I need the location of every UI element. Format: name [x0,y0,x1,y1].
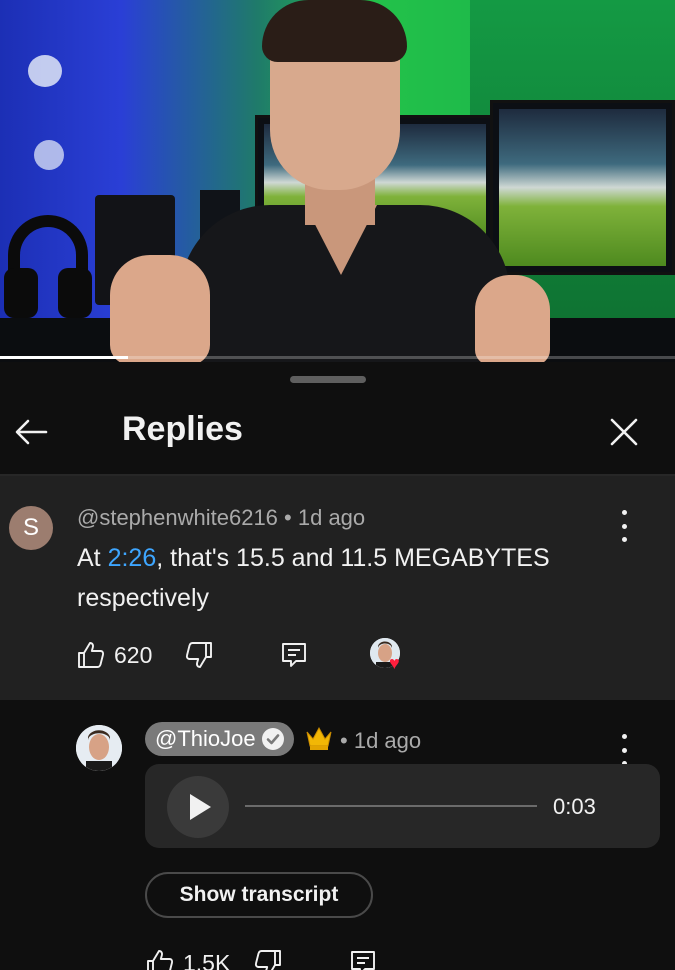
meta-separator: • [340,728,354,753]
play-icon[interactable] [167,776,229,838]
sheet-title: Replies [122,410,243,448]
presenter-collar [305,205,377,275]
reply-meta: • 1d ago [340,728,421,754]
close-icon[interactable] [604,412,644,452]
video-progress-bar[interactable] [0,356,675,359]
comment-text: At 2:26, that's 15.5 and 11.5 MEGABYTES … [77,538,637,618]
audio-duration: 0:03 [553,794,596,819]
reply-age: 1d ago [353,728,422,753]
presenter-hand-right [475,275,550,362]
parent-comment: S @stephenwhite6216 • 1d ago At 2:26, th… [0,476,675,700]
voice-reply-player: 0:03 [145,764,660,848]
crown-icon [306,726,332,750]
thumb-down-icon[interactable] [184,640,214,670]
presenter-hand-left [110,255,210,362]
comment-author[interactable]: @stephenwhite6216 [77,505,278,530]
heart-icon: ♥ [389,653,400,673]
comment-actions: 620 ♥ [76,638,496,678]
monitor-right [490,100,675,275]
creator-heart-icon: ♥ [370,638,410,676]
sheet-header: Replies [0,392,675,472]
headphone-cup-left [4,268,38,318]
reply-actions: 1.5K [145,944,545,970]
reply-comment: @ThioJoe • 1d ago 0:03 Show transcript 1… [0,700,675,970]
comment-meta: @stephenwhite6216 • 1d ago [77,505,365,531]
thumb-up-icon[interactable] [145,948,175,970]
avatar[interactable] [76,725,122,771]
drag-handle[interactable] [290,376,366,383]
thumb-down-icon[interactable] [253,948,283,970]
avatar[interactable]: S [9,506,53,550]
meta-separator: • [277,505,298,530]
audio-track[interactable] [245,805,537,807]
show-transcript-button[interactable]: Show transcript [145,872,373,918]
more-vert-icon[interactable] [612,734,636,766]
timestamp-link[interactable]: 2:26 [108,544,157,572]
lamp-light [28,55,62,87]
like-count: 1.5K [183,950,231,970]
comment-age: 1d ago [297,505,366,530]
reply-author: @ThioJoe [155,726,256,751]
comment-text-prefix: At [77,544,108,572]
headphone-cup-right [58,268,92,318]
arrow-left-icon[interactable] [12,412,52,452]
author-handle-pill[interactable]: @ThioJoe [145,722,294,756]
avatar-letter: S [22,514,39,541]
presenter-hair [262,0,407,62]
thumb-up-icon[interactable] [76,640,106,670]
verified-check-icon [261,728,284,750]
like-count: 620 [114,642,153,668]
reply-icon[interactable] [279,640,309,670]
video-player[interactable] [0,0,675,362]
lamp-light-lower [34,140,64,170]
replies-sheet: Replies S @stephenwhite6216 • 1d ago At … [0,362,675,970]
video-progress-fill [0,356,129,359]
reply-icon[interactable] [348,948,378,970]
